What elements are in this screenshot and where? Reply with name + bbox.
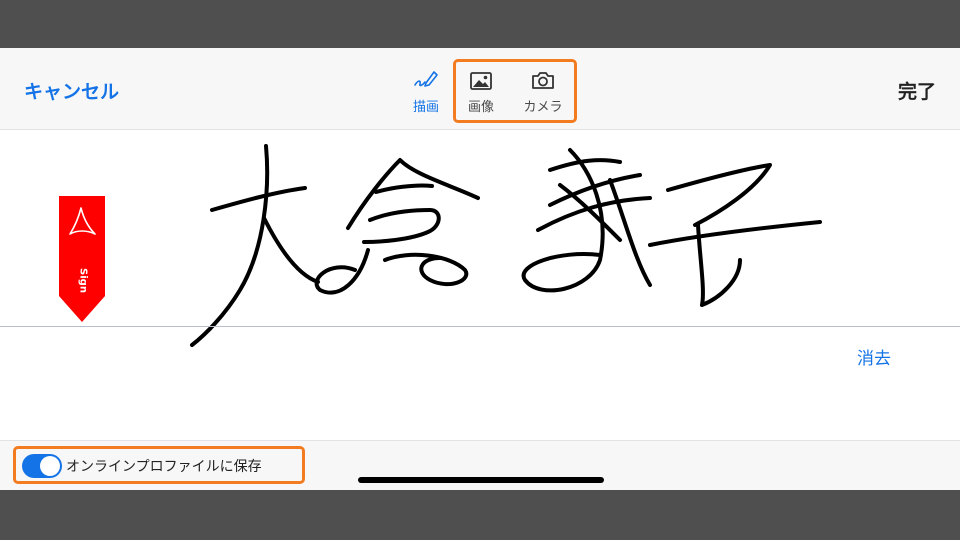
pen-icon [404,64,448,90]
toolbar: キャンセル 描画 画像 カメラ 完了 [0,48,960,130]
signature-baseline [0,326,960,327]
signature-dialog: キャンセル 描画 画像 カメラ 完了 Sign 消去 オンラインプロファイルに保… [0,48,960,490]
home-indicator [358,477,604,483]
draw-tool-label: 描画 [412,100,439,115]
cancel-button[interactable]: キャンセル [24,77,119,104]
draw-tool-button[interactable]: 描画 [404,64,448,115]
tools-highlight-box [453,59,577,123]
done-button[interactable]: 完了 [898,77,936,104]
clear-button[interactable]: 消去 [857,344,891,369]
bottom-bar: オンラインプロファイルに保存 [0,440,960,490]
save-online-highlight-box [13,446,305,484]
signature-canvas[interactable]: Sign 消去 [0,130,960,440]
sign-flag-label: Sign [77,268,89,293]
